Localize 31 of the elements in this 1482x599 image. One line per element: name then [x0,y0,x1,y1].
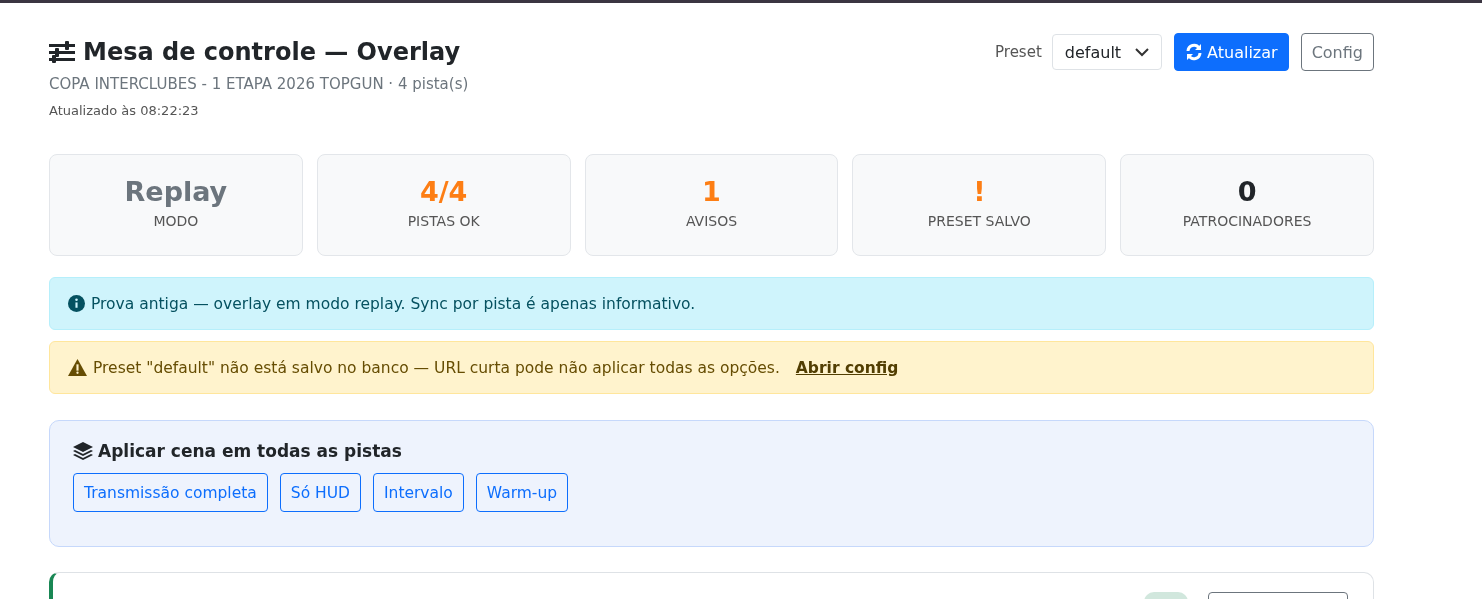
stat-value: ! [973,175,986,209]
stat-value: 0 [1237,175,1257,209]
info-icon [68,295,85,312]
scene-button[interactable]: Intervalo [373,473,464,512]
chevron-down-icon [1135,47,1150,57]
scene-button[interactable]: Warm-up [475,473,569,512]
stat-value: Replay [124,175,228,209]
sliders-icon [49,41,75,63]
stat-value: 1 [702,175,721,209]
stat-label: PISTAS OK [407,213,480,229]
refresh-icon [1185,43,1204,61]
stat-label: AVISOS [685,213,738,229]
refresh-button[interactable]: Atualizar [1174,33,1289,71]
stat-label: PATROCINADORES [1182,213,1312,229]
scene-button[interactable]: Só HUD [279,473,361,512]
page-title: Mesa de controle — Overlay [83,37,461,68]
event-subtitle: COPA INTERCLUBES - 1 ETAPA 2026 TOPGUN · 4 pista(s) [49,75,469,93]
config-button[interactable]: Config [1300,33,1374,71]
alert-text: Preset "default" não está salvo no banco — URL curta pode não aplicar todas as opções. [93,358,780,377]
stat-label: MODO [153,213,199,229]
stat-value: 4/4 [419,175,468,209]
stat-label: PRESET SALVO [927,213,1031,229]
scene-button[interactable]: Transmissão completa [73,473,268,512]
alert-text: Prova antiga — overlay em modo replay. Sync por pista é apenas informativo. [91,294,696,313]
config-link[interactable]: Abrir config [795,358,899,377]
preset-label: Preset [995,43,1042,61]
updated-time: Atualizado às 08:22:23 [49,103,200,118]
scene-title: Aplicar cena em todas as pistas [98,441,402,461]
warning-icon [68,359,87,376]
layers-icon [73,442,93,460]
preset-select[interactable]: default [1051,34,1163,70]
